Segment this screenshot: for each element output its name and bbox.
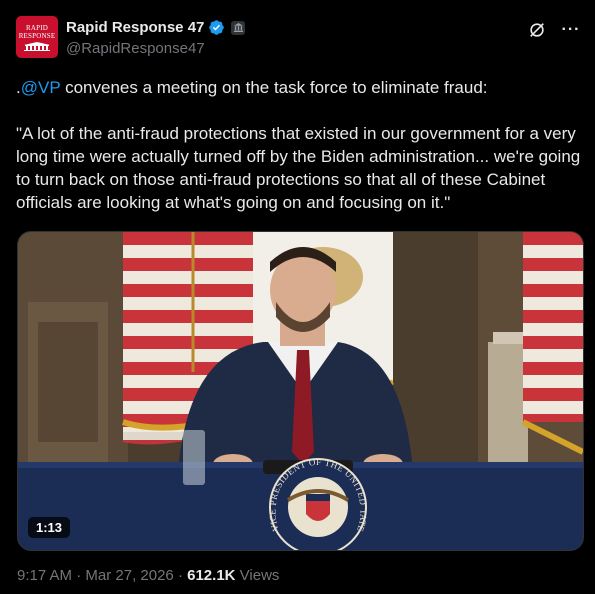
verified-badge-icon[interactable] [208, 19, 225, 36]
tweet-line1: .@VP convenes a meeting on the task forc… [16, 76, 581, 99]
meta-separator: · [173, 567, 188, 584]
avatar-line2: RESPONSE [18, 31, 56, 40]
video-duration: 1:13 [28, 517, 71, 538]
views-count: 612.1K [187, 567, 236, 584]
seal-text-top: PRESIDENT OF THE UNITED [268, 457, 368, 506]
tweet-text: .@VP convenes a meeting on the task forc… [16, 76, 581, 214]
building-icon [24, 41, 50, 51]
grok-icon[interactable] [527, 20, 547, 40]
tweet-line1-rest: convenes a meeting on the task force to … [60, 78, 488, 97]
tweet-quote: "A lot of the anti-fraud protections tha… [16, 124, 581, 212]
author-handle[interactable]: @RapidResponse47 [66, 40, 205, 57]
tweet-date[interactable]: Mar 27, 2026 [85, 567, 173, 584]
avatar[interactable]: RAPID RESPONSE [16, 16, 58, 58]
seal-text-right: STATES [18, 232, 369, 533]
meta-separator: · [72, 567, 86, 584]
author-name[interactable]: Rapid Response 47 [66, 19, 204, 36]
views-label: Views [235, 567, 280, 584]
avatar-line1: RAPID [25, 23, 48, 32]
video-player[interactable]: PRESIDENT OF THE UNITED VICE STATES [17, 231, 584, 551]
tweet-meta: 9:17 AM · Mar 27, 2026 · 612.1K Views [17, 567, 279, 584]
tweet-actions-top: ··· [527, 20, 581, 40]
government-badge-icon[interactable] [231, 20, 246, 35]
author-name-row: Rapid Response 47 [66, 19, 246, 36]
more-icon[interactable]: ··· [561, 20, 581, 40]
mention-link[interactable]: @VP [21, 78, 61, 97]
seal-text-left: VICE [267, 509, 280, 533]
tweet-time[interactable]: 9:17 AM [17, 567, 72, 584]
seal-text-layer: PRESIDENT OF THE UNITED VICE STATES [18, 232, 369, 533]
